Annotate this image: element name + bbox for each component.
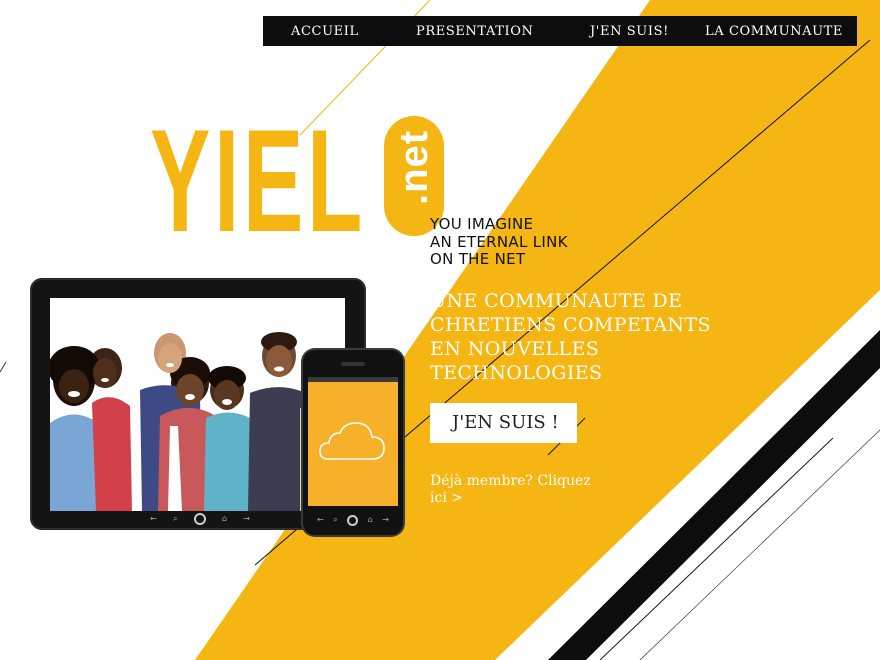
home-button-icon[interactable]: [193, 513, 206, 525]
menu-icon: ⌂: [221, 514, 228, 523]
tablet-screen-photo: [50, 298, 345, 511]
tagline-line-2: AN ETERNAL LINK: [430, 232, 568, 251]
back-icon: ←: [150, 514, 157, 523]
search-icon: ⌕: [333, 515, 338, 524]
nav-item-jen-suis[interactable]: J'EN SUIS!: [590, 16, 669, 46]
phone-speaker: [341, 362, 365, 366]
headline-line-3: EN NOUVELLES: [430, 338, 600, 360]
headline: UNE COMMUNAUTE DE CHRETIENS COMPETANTS E…: [430, 289, 711, 385]
menu-icon: ⌂: [367, 515, 373, 524]
nav-item-presentation[interactable]: PRESENTATION: [416, 16, 533, 46]
home-button-icon[interactable]: [347, 514, 359, 526]
tagline-line-1: YOU IMAGINE: [430, 215, 534, 233]
phone-nav-bar: ← ⌕ ⌂ →: [317, 513, 389, 527]
tagline: YOU IMAGINE AN ETERNAL LINK ON THE NET: [430, 215, 568, 269]
headline-line-4: TECHNOLOGIES: [430, 362, 603, 384]
forward-icon: →: [243, 514, 250, 523]
phone-device: ← ⌕ ⌂ →: [303, 350, 403, 535]
back-icon: ←: [317, 515, 324, 524]
cloud-icon: [319, 422, 385, 460]
logo-word: YIEL: [150, 99, 367, 262]
phone-screen: [308, 377, 398, 506]
edge-mark: [0, 361, 7, 373]
phone-status-bar: [308, 377, 398, 382]
logo-net-suffix: .net: [392, 129, 436, 205]
tagline-line-3: ON THE NET: [430, 250, 526, 268]
tablet-nav-bar: ← ⌕ ⌂ →: [150, 512, 250, 526]
forward-icon: →: [382, 515, 389, 524]
headline-line-1: UNE COMMUNAUTE DE: [430, 290, 683, 312]
top-navigation: ACCUEIL PRESENTATION J'EN SUIS! LA COMMU…: [263, 16, 857, 46]
jen-suis-button[interactable]: J'EN SUIS !: [430, 403, 577, 443]
headline-line-2: CHRETIENS COMPETANTS: [430, 314, 711, 336]
nav-item-la-communaute[interactable]: LA COMMUNAUTE: [705, 16, 843, 46]
nav-item-accueil[interactable]: ACCUEIL: [291, 16, 359, 46]
group-photo: [50, 298, 345, 511]
member-login-link[interactable]: Déjà membre? Cliquez ici >: [430, 473, 610, 507]
search-icon: ⌕: [172, 514, 178, 523]
